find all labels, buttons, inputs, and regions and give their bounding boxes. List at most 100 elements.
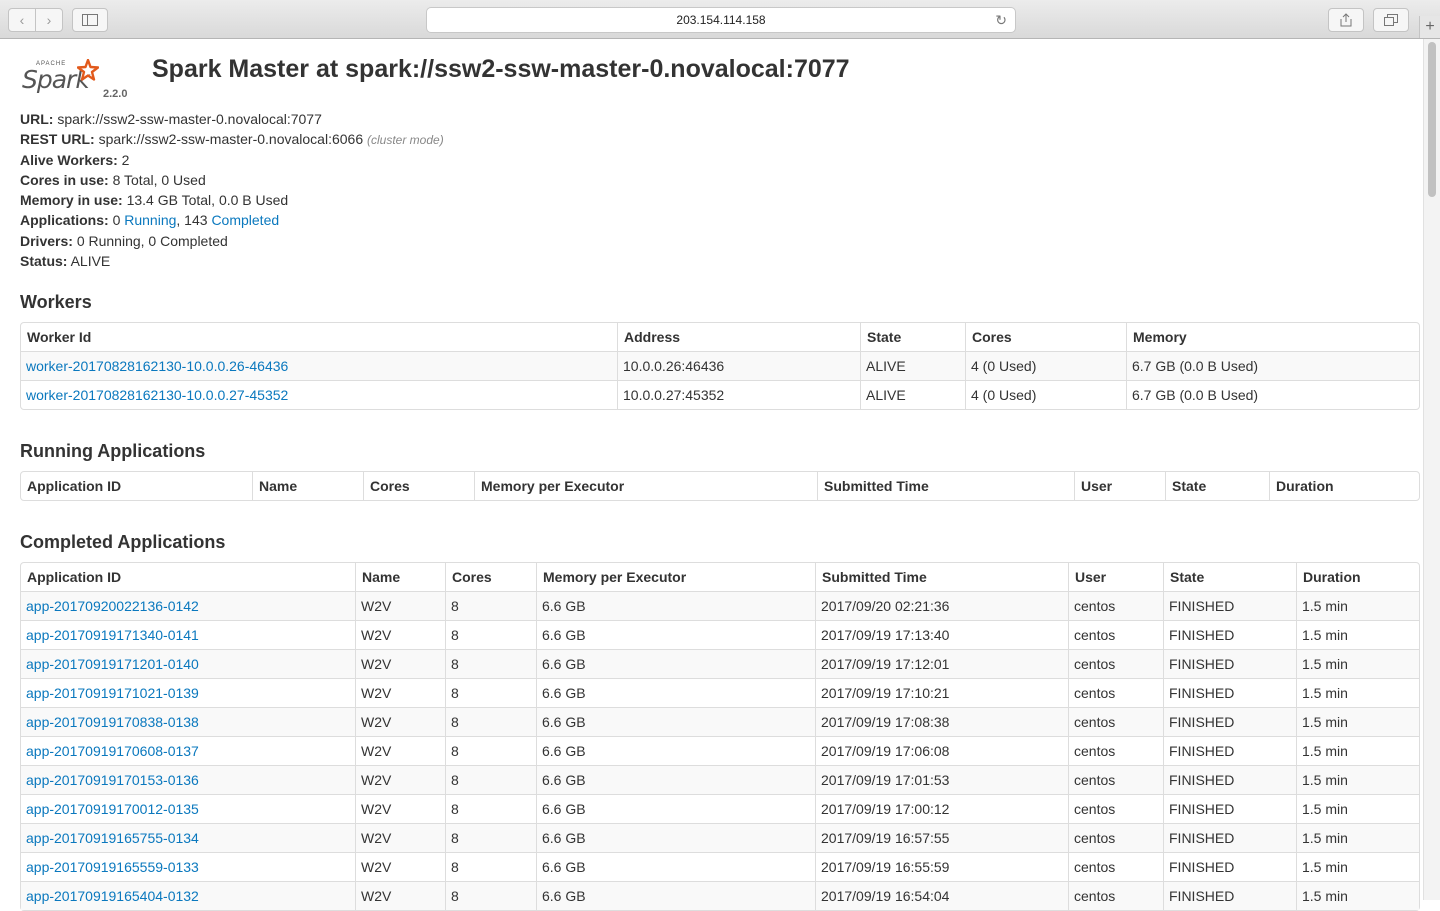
page-header: APACHE Spark 2.2.0 Spark Master at spark… bbox=[20, 39, 1420, 105]
new-tab-button[interactable]: + bbox=[1419, 16, 1440, 38]
running-apps-link[interactable]: Running bbox=[124, 212, 176, 228]
table-cell: 6.6 GB bbox=[536, 590, 815, 620]
table-cell: 8 bbox=[445, 764, 536, 794]
workers-section: Workers Worker Id Address State Cores Memory… bbox=[20, 292, 1420, 410]
worker-row: worker-20170828162130-10.0.0.26-46436 10.… bbox=[21, 350, 1419, 380]
column-header[interactable]: Cores bbox=[363, 471, 474, 500]
table-cell: W2V bbox=[355, 764, 445, 794]
table-cell: 6.6 GB bbox=[536, 677, 815, 707]
app-row: app-20170919165755-0134 W2V 8 6.6 GB 2017/09… bbox=[21, 822, 1419, 852]
table-cell: centos bbox=[1068, 648, 1163, 678]
info-memory-value: 13.4 GB Total, 0.0 B Used bbox=[126, 192, 289, 209]
row-id-link[interactable]: app-20170919170153-0136 bbox=[26, 772, 199, 788]
table-cell: 2017/09/19 16:57:55 bbox=[815, 822, 1068, 852]
master-info-list: URL: spark://ssw2-ssw-master-0.novalocal… bbox=[20, 109, 1420, 271]
row-id-link[interactable]: app-20170919170012-0135 bbox=[26, 801, 199, 817]
back-button[interactable]: ‹ bbox=[9, 9, 35, 31]
column-header[interactable]: User bbox=[1074, 471, 1165, 500]
app-row: app-20170919171201-0140 W2V 8 6.6 GB 2017/09… bbox=[21, 648, 1419, 678]
row-id-link[interactable]: app-20170919165404-0132 bbox=[26, 888, 199, 904]
info-url-value: spark://ssw2-ssw-master-0.novalocal:7077 bbox=[57, 111, 322, 127]
page-title: Spark Master at spark://ssw2-ssw-master-… bbox=[152, 55, 850, 83]
table-cell: 1.5 min bbox=[1296, 764, 1419, 794]
info-status-label: Status: bbox=[20, 252, 68, 269]
table-cell: worker-20170828162130-10.0.0.26-46436 bbox=[21, 350, 617, 380]
info-cores: Cores in use: 8 Total, 0 Used bbox=[20, 170, 1420, 190]
row-id-link[interactable]: app-20170919165755-0134 bbox=[26, 830, 199, 846]
column-header[interactable]: Name bbox=[355, 562, 445, 591]
tabs-overview-button[interactable] bbox=[1373, 8, 1409, 32]
column-header[interactable]: Duration bbox=[1269, 471, 1419, 500]
table-cell: app-20170919165559-0133 bbox=[21, 851, 355, 881]
column-header[interactable]: Application ID bbox=[21, 472, 252, 500]
workers-heading[interactable]: Workers bbox=[20, 292, 1420, 313]
column-header[interactable]: State bbox=[860, 322, 965, 351]
column-header[interactable]: Memory per Executor bbox=[474, 471, 817, 500]
sidebar-icon bbox=[82, 14, 98, 26]
table-cell: centos bbox=[1068, 764, 1163, 794]
table-cell: W2V bbox=[355, 822, 445, 852]
row-id-link[interactable]: worker-20170828162130-10.0.0.26-46436 bbox=[26, 358, 288, 374]
table-cell: app-20170919170153-0136 bbox=[21, 764, 355, 794]
completed-apps-heading[interactable]: Completed Applications bbox=[20, 532, 1420, 553]
row-id-link[interactable]: app-20170919170608-0137 bbox=[26, 743, 199, 759]
row-id-link[interactable]: app-20170919165559-0133 bbox=[26, 859, 199, 875]
table-cell: 10.0.0.26:46436 bbox=[617, 350, 860, 380]
table-cell: 2017/09/19 17:10:21 bbox=[815, 677, 1068, 707]
column-header[interactable]: Memory bbox=[1126, 322, 1419, 351]
column-header[interactable]: Name bbox=[252, 471, 363, 500]
row-id-link[interactable]: app-20170919171340-0141 bbox=[26, 627, 199, 643]
table-cell: W2V bbox=[355, 793, 445, 823]
share-button[interactable] bbox=[1328, 8, 1364, 32]
column-header[interactable]: State bbox=[1165, 471, 1269, 500]
completed-apps-link[interactable]: Completed bbox=[211, 212, 279, 228]
sidebar-toggle-button[interactable] bbox=[72, 8, 108, 32]
column-header[interactable]: State bbox=[1163, 562, 1296, 591]
running-apps-heading[interactable]: Running Applications bbox=[20, 441, 1420, 462]
column-header[interactable]: Submitted Time bbox=[817, 471, 1074, 500]
info-rest-mode: (cluster mode) bbox=[367, 133, 444, 148]
row-id-link[interactable]: app-20170919171021-0139 bbox=[26, 685, 199, 701]
row-id-link[interactable]: worker-20170828162130-10.0.0.27-45352 bbox=[26, 387, 288, 403]
table-cell: 2017/09/19 17:08:38 bbox=[815, 706, 1068, 736]
forward-button[interactable]: › bbox=[35, 9, 62, 31]
table-cell: 2017/09/19 17:06:08 bbox=[815, 735, 1068, 765]
spark-logo[interactable]: APACHE Spark 2.2.0 bbox=[20, 51, 130, 100]
address-bar[interactable]: 203.154.114.158 ↻ bbox=[426, 7, 1016, 33]
table-cell: FINISHED bbox=[1163, 619, 1296, 649]
info-drivers: Drivers: 0 Running, 0 Completed bbox=[20, 231, 1420, 251]
reload-icon[interactable]: ↻ bbox=[995, 12, 1007, 29]
column-header[interactable]: Memory per Executor bbox=[536, 562, 815, 591]
info-applications: Applications: 0 Running, 143 Completed bbox=[20, 210, 1420, 230]
column-header[interactable]: Cores bbox=[445, 562, 536, 591]
table-cell: 6.6 GB bbox=[536, 793, 815, 823]
column-header[interactable]: Application ID bbox=[21, 563, 355, 591]
column-header[interactable]: Worker Id bbox=[21, 323, 617, 351]
scrollbar-thumb[interactable] bbox=[1428, 42, 1436, 197]
app-row: app-20170919165404-0132 W2V 8 6.6 GB 2017/09… bbox=[21, 880, 1419, 910]
info-alive-label: Alive Workers: bbox=[20, 152, 118, 169]
row-id-link[interactable]: app-20170920022136-0142 bbox=[26, 598, 199, 614]
worker-row: worker-20170828162130-10.0.0.27-45352 10.… bbox=[21, 379, 1419, 409]
row-id-link[interactable]: app-20170919170838-0138 bbox=[26, 714, 199, 730]
table-cell: W2V bbox=[355, 590, 445, 620]
table-cell: centos bbox=[1068, 880, 1163, 910]
table-cell: FINISHED bbox=[1163, 880, 1296, 910]
table-cell: app-20170919171340-0141 bbox=[21, 619, 355, 649]
scrollbar[interactable] bbox=[1423, 39, 1440, 900]
share-icon bbox=[1340, 13, 1352, 27]
table-cell: W2V bbox=[355, 648, 445, 678]
page-content: APACHE Spark 2.2.0 Spark Master at spark… bbox=[20, 39, 1420, 911]
column-header[interactable]: Cores bbox=[965, 322, 1126, 351]
column-header[interactable]: Address bbox=[617, 322, 860, 351]
info-memory-label: Memory in use: bbox=[20, 192, 123, 209]
table-cell: 6.6 GB bbox=[536, 880, 815, 910]
column-header[interactable]: Submitted Time bbox=[815, 562, 1068, 591]
row-id-link[interactable]: app-20170919171201-0140 bbox=[26, 656, 199, 672]
column-header[interactable]: User bbox=[1068, 562, 1163, 591]
table-cell: 1.5 min bbox=[1296, 677, 1419, 707]
column-header[interactable]: Duration bbox=[1296, 562, 1419, 591]
table-cell: 8 bbox=[445, 619, 536, 649]
table-cell: 6.6 GB bbox=[536, 648, 815, 678]
table-cell: 2017/09/19 17:01:53 bbox=[815, 764, 1068, 794]
